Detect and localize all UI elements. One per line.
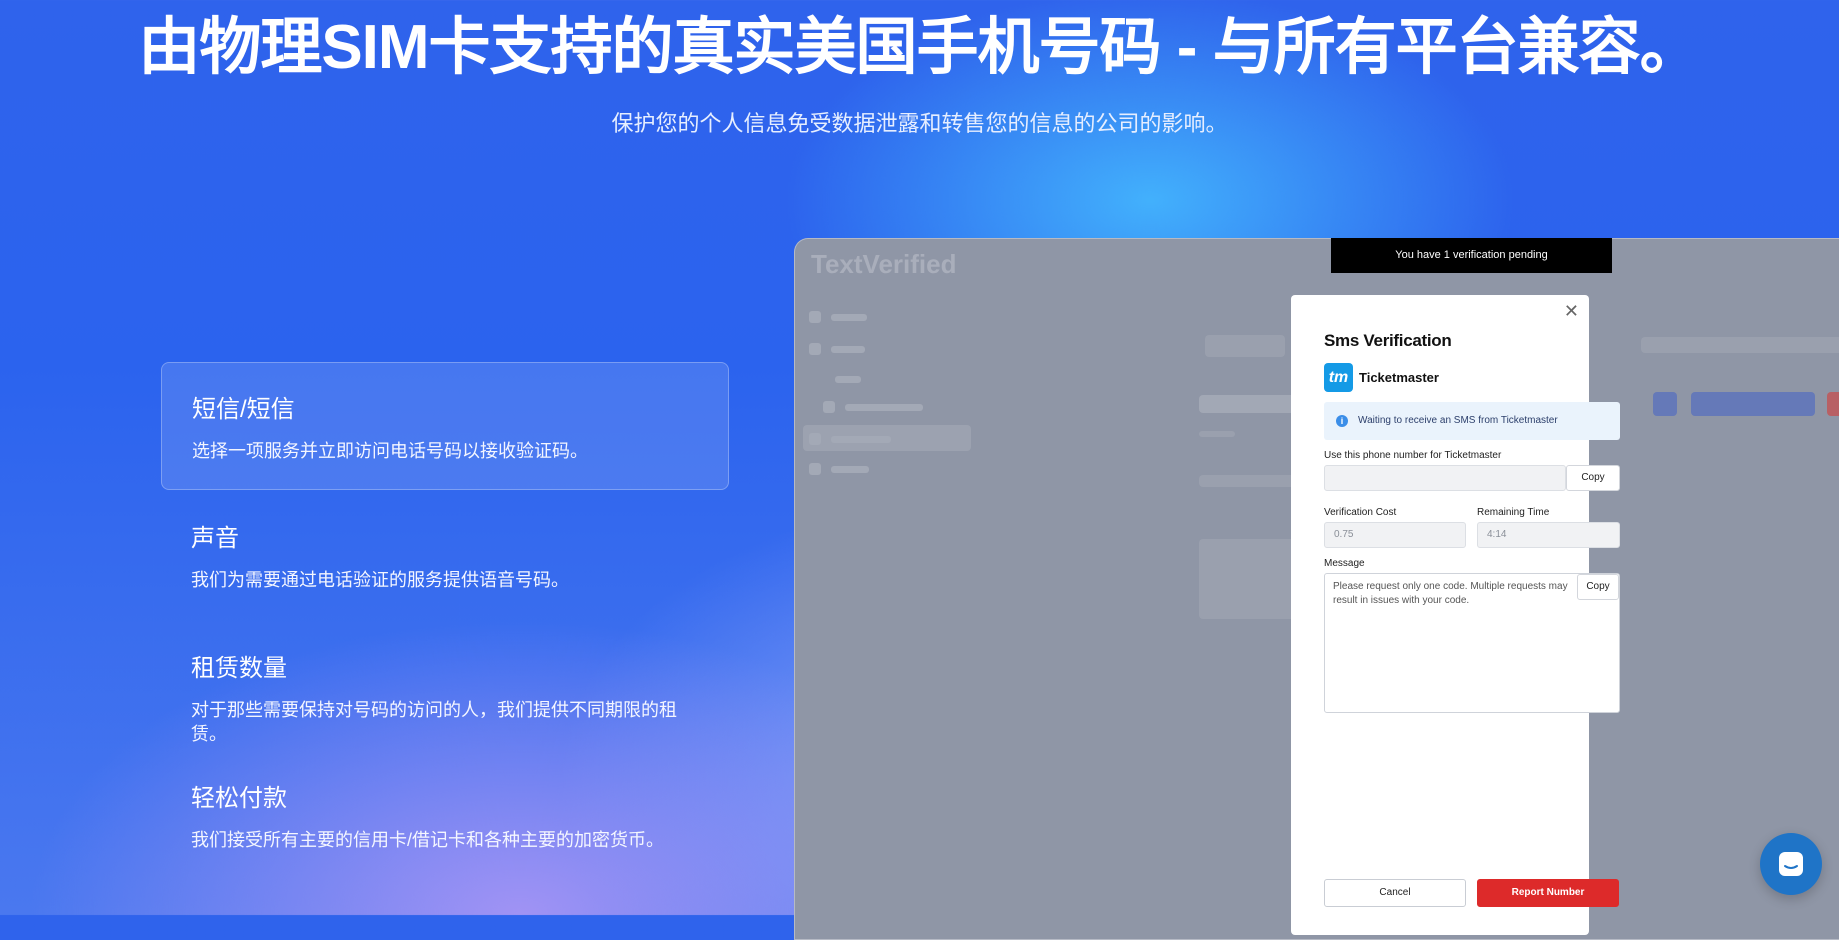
feature-payment[interactable]: 轻松付款 我们接受所有主要的信用卡/借记卡和各种主要的加密货币。 [161,752,729,880]
table-placeholder [1199,539,1295,619]
feature-voice[interactable]: 声音 我们为需要通过电话验证的服务提供语音号码。 [161,492,729,620]
message-box[interactable]: Please request only one code. Multiple r… [1324,573,1620,713]
sidebar-placeholder [823,373,983,387]
sidebar-placeholder [809,343,969,357]
feature-description: 我们接受所有主要的信用卡/借记卡和各种主要的加密货币。 [191,830,664,850]
info-text: Waiting to receive an SMS from Ticketmas… [1358,415,1558,426]
feature-description: 选择一项服务并立即访问电话号码以接收验证码。 [192,441,588,461]
copy-message-button[interactable]: Copy [1577,574,1619,600]
cost-label: Verification Cost [1324,507,1397,518]
feature-sms[interactable]: 短信/短信 选择一项服务并立即访问电话号码以接收验证码。 [161,362,729,490]
button-placeholder [1827,392,1839,416]
chat-icon [1779,852,1803,876]
heading-placeholder [1199,395,1299,413]
feature-description: 对于那些需要保持对号码的访问的人，我们提供不同期限的租赁。 [191,700,677,744]
feature-rental[interactable]: 租赁数量 对于那些需要保持对号码的访问的人，我们提供不同期限的租赁。 [161,622,729,750]
content-placeholder [1641,337,1839,353]
sms-verification-modal: ✕ Sms Verification tm Ticketmaster i Wai… [1291,295,1620,935]
hero-subtitle: 保护您的个人信息免受数据泄露和转售您的信息的公司的影响。 [611,111,1228,136]
feature-description: 我们为需要通过电话验证的服务提供语音号码。 [191,570,569,590]
tab-placeholder [1199,431,1235,437]
close-icon[interactable]: ✕ [1564,301,1579,322]
cancel-button[interactable]: Cancel [1324,879,1466,907]
feature-title: 短信/短信 [192,396,295,423]
content-placeholder [1205,335,1285,357]
service-logo: tm [1324,363,1353,392]
button-placeholder [1653,392,1677,416]
copy-phone-button[interactable]: Copy [1566,465,1620,491]
textverified-logo: TextVerified [811,249,957,279]
modal-title: Sms Verification [1324,331,1452,350]
message-text: Please request only one code. Multiple r… [1333,581,1568,606]
sidebar-placeholder [809,463,969,477]
message-label: Message [1324,558,1365,569]
feature-title: 轻松付款 [191,785,287,812]
service-name: Ticketmaster [1359,370,1439,385]
feature-title: 声音 [191,525,239,552]
chat-launcher-button[interactable] [1760,833,1822,895]
sidebar-placeholder [809,433,969,447]
report-number-button[interactable]: Report Number [1477,879,1619,907]
phone-label: Use this phone number for Ticketmaster [1324,450,1502,461]
cost-field: 0.75 [1324,522,1466,548]
feature-title: 租赁数量 [191,655,287,682]
time-label: Remaining Time [1477,507,1550,518]
remaining-time-field: 4:14 [1477,522,1620,548]
button-placeholder [1691,392,1815,416]
sidebar-placeholder [823,401,983,415]
hero-title: 由物理SIM卡支持的真实美国手机号码 - 与所有平台兼容。 [138,13,1701,82]
heading-placeholder [1199,475,1295,487]
info-icon: i [1336,415,1348,427]
phone-number-field[interactable] [1324,465,1566,491]
info-banner: i Waiting to receive an SMS from Ticketm… [1324,402,1620,440]
pending-toast: You have 1 verification pending [1331,238,1612,273]
sidebar-placeholder [809,311,969,325]
